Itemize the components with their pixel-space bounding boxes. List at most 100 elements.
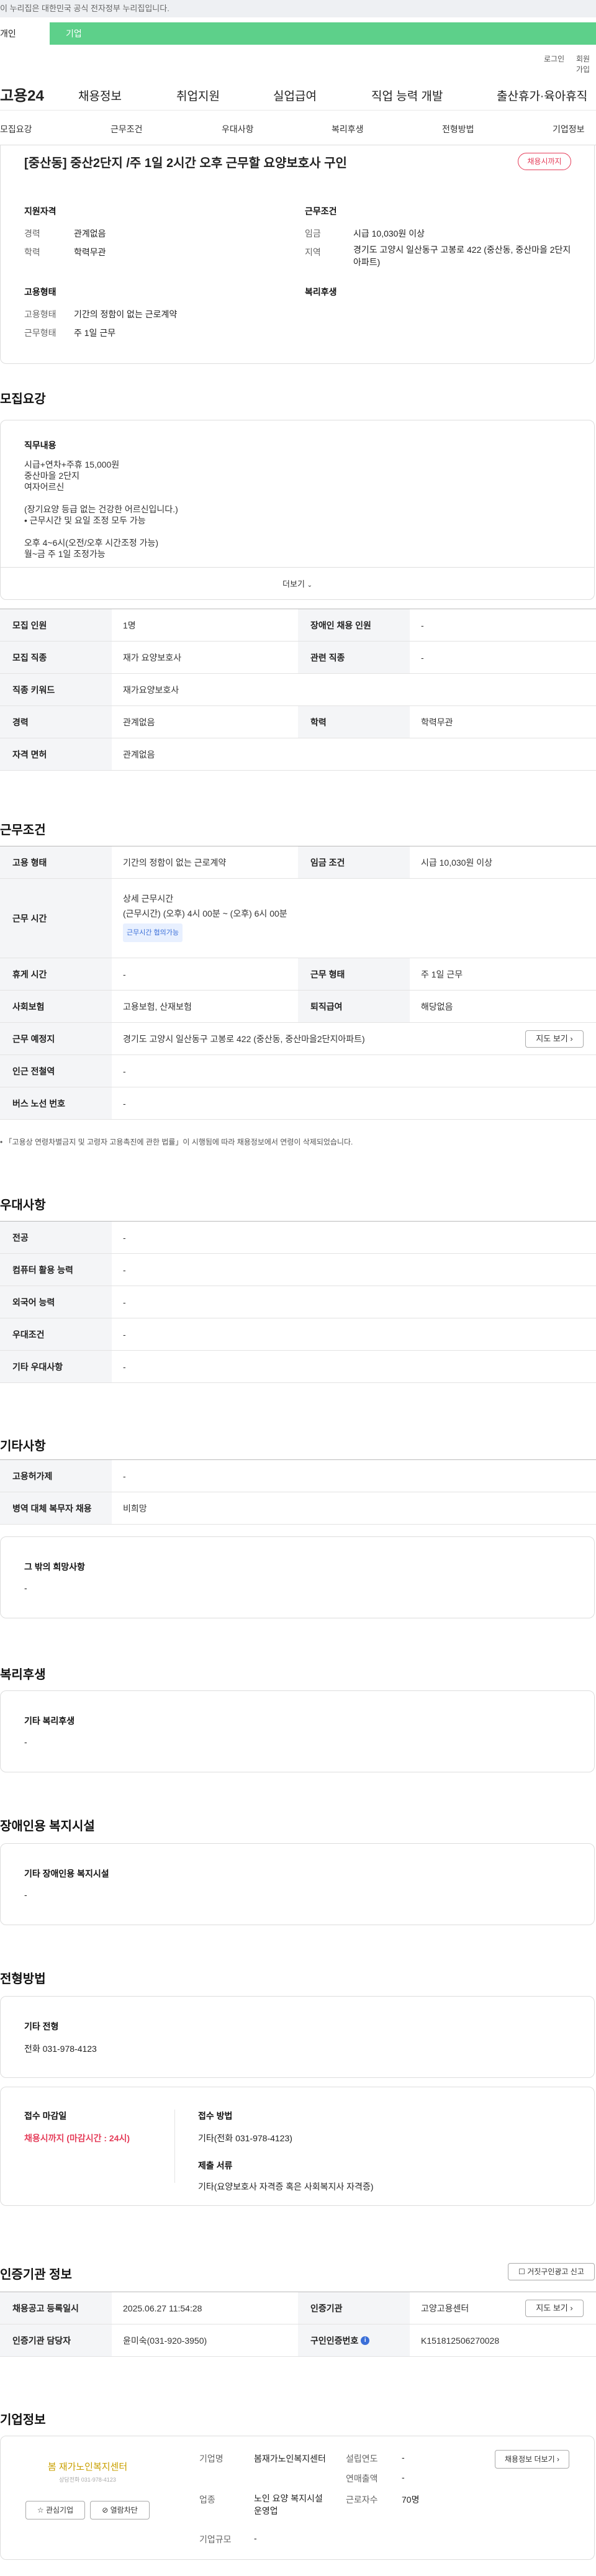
tab-enterprise[interactable]: 기업 (50, 22, 596, 45)
favorite-company-button[interactable]: ☆ 관심기업 (25, 2501, 85, 2519)
table-row: 버스 노선 번호 - (0, 1087, 596, 1120)
login-link[interactable]: 로그인 (544, 53, 564, 64)
etc-section-title: 기타사항 (0, 1440, 46, 1453)
th: 직종 키워드 (0, 674, 112, 705)
login-row: 로그인 회원가입 (0, 45, 596, 75)
etc-box: 그 밖의 희망사항 - (0, 1536, 595, 1618)
screening-section-title: 전형방법 (0, 1972, 46, 1986)
nav-employment-support[interactable]: 취업지원 (176, 87, 220, 104)
td: 주 1일 근무 (421, 969, 463, 979)
th: 모집 직종 (0, 642, 112, 673)
th-label: 구인인증번호 (310, 2335, 359, 2346)
q-career-value: 관계없음 (74, 229, 106, 238)
screening-box-title: 기타 전형 (24, 2021, 59, 2031)
welfare-box-value: - (24, 1737, 27, 1747)
map-button[interactable]: 지도 보기 › (525, 1030, 584, 1048)
employ-title: 고용형태 (24, 287, 56, 297)
th: 근무 시간 (0, 879, 112, 958)
table-row: 자격 면허 관계없음 (0, 738, 596, 771)
facility-section-title: 장애인용 복지시설 (0, 1820, 95, 1833)
company-sales-label: 연매출액 (346, 2474, 378, 2483)
th: 인증기관 (298, 2292, 410, 2324)
duty-line: 중산마을 2단지 (24, 471, 79, 481)
th: 우대조건 (0, 1318, 112, 1350)
td: - (123, 1361, 126, 1372)
td: 관계없음 (123, 749, 155, 760)
table-row: 경력 관계없음 학력 학력무관 (0, 706, 596, 738)
td: 고양고용센터 (421, 2303, 469, 2313)
block-company-button[interactable]: ⊘ 열람차단 (90, 2501, 150, 2519)
company-jobs-button[interactable]: 채용정보 더보기 › (495, 2450, 569, 2469)
deadline-title: 접수 마감일 (24, 2111, 67, 2121)
company-logo-text: 봄 재가노인복지센터 (47, 2462, 128, 2472)
work-section-title: 근무조건 (0, 823, 46, 837)
screening-box: 기타 전형 전화 031-978-4123 (0, 1996, 595, 2078)
signup-link[interactable]: 회원가입 (576, 53, 596, 75)
site-logo[interactable]: 고용24 (0, 83, 44, 105)
td: 경기도 고양시 일산동구 고봉로 422 (중산동, 중산마을2단지아파트) (123, 1033, 365, 1044)
welfare-title: 복리후생 (305, 287, 337, 297)
chevron-right-icon: › (556, 2455, 559, 2464)
th: 임금 조건 (298, 846, 410, 878)
td: 재가 요양보호사 (123, 652, 182, 663)
duty-line (24, 526, 178, 537)
welfare-box: 기타 복리후생 - (0, 1690, 595, 1772)
info-icon[interactable]: i (361, 2336, 370, 2345)
docs-value: 기타(요양보호사 자격증 혹은 사회복지사 자격증) (198, 2182, 374, 2192)
td: 재가요양보호사 (123, 684, 179, 695)
age-law-note: • 「고용상 연령차별금지 및 고령자 고용촉진에 관한 법률」이 시행됨에 따… (0, 1138, 353, 1146)
c-region-label: 지역 (305, 247, 321, 257)
welfare-box-title: 기타 복리후생 (24, 1716, 75, 1726)
duty-line (24, 492, 178, 504)
block-icon: ⊘ (102, 2506, 109, 2515)
company-card: 봄 재가노인복지센터 상담전화 031-978-4123 ☆ 관심기업 ⊘ 열람… (0, 2436, 595, 2560)
recruit-table: 모집 인원 1명 장애인 채용 인원 - 모집 직종 재가 요양보호사 관련 직… (0, 609, 596, 771)
screening-box-value: 전화 031-978-4123 (24, 2044, 97, 2054)
company-logo-sub: 상담전화 031-978-4123 (59, 2477, 116, 2483)
block-label: 열람차단 (110, 2506, 138, 2515)
nav-jobs[interactable]: 채용정보 (78, 87, 122, 104)
th: 고용 형태 (0, 846, 112, 878)
nav-skills[interactable]: 직업 능력 개발 (371, 87, 443, 104)
duty-line: 시급+연차+주휴 15,000원 (24, 460, 120, 469)
snb-company[interactable]: 기업정보 (553, 123, 585, 135)
table-row: 모집 인원 1명 장애인 채용 인원 - (0, 609, 596, 642)
snb-screening[interactable]: 전형방법 (442, 123, 474, 135)
more-button[interactable]: 더보기 ⌄ (1, 567, 594, 601)
duty-line: (장기요양 등급 없는 건강한 어르신입니다.) (24, 504, 178, 514)
td: 윤미숙(031-920-3950) (123, 2335, 207, 2346)
table-row: 병역 대체 복무자 채용 비희망 (0, 1492, 596, 1525)
tab-individual[interactable]: 개인 (0, 22, 31, 45)
table-row: 외국어 능력 - (0, 1286, 596, 1318)
table-row: 채용공고 등록일시 2025.06.27 11:54:28 인증기관 고양고용센… (0, 2292, 596, 2324)
deadline-value: 채용시까지 (마감시간 : 24시) (24, 2133, 130, 2143)
auth-map-button[interactable]: 지도 보기 › (525, 2300, 584, 2317)
report-button-label: 거짓구인광고 신고 (527, 2267, 584, 2276)
snb-welfare[interactable]: 복리후생 (332, 123, 364, 135)
company-biz-value: 노인 요양 복지시설 운영업 (254, 2493, 323, 2516)
td: - (123, 1232, 126, 1243)
th: 모집 인원 (0, 609, 112, 641)
user-type-tabs: 개인 기업 (0, 17, 596, 45)
td: - (123, 1297, 126, 1307)
gov-banner: 이 누리집은 대한민국 공식 전자정부 누리집입니다. (0, 0, 596, 17)
hours-text: (근무시간) (오후) 4시 00분 ~ (오후) 6시 00분 (123, 909, 287, 918)
snb-recruit[interactable]: 모집요강 (0, 123, 32, 135)
conditions-title: 근무조건 (305, 206, 337, 216)
snb-conditions[interactable]: 근무조건 (111, 123, 143, 135)
company-year-value: - (402, 2452, 405, 2462)
c-wage-value: 시급 10,030원 이상 (353, 229, 425, 238)
duty-line: • 근무시간 및 요일 조정 모두 가능 (24, 515, 146, 525)
recruit-section-title: 모집요강 (0, 392, 46, 406)
td: 고용보험, 산재보험 (123, 1001, 192, 1012)
nav-unemployment[interactable]: 실업급여 (273, 87, 317, 104)
e-shift-value: 주 1일 근무 (74, 328, 116, 338)
nav-parental-leave[interactable]: 출산휴가·육아휴직 (497, 87, 587, 104)
report-button[interactable]: ☐ 거짓구인광고 신고 (508, 2263, 595, 2280)
q-career-label: 경력 (24, 229, 40, 238)
snb-preference[interactable]: 우대사항 (222, 123, 254, 135)
th: 컴퓨터 활용 능력 (0, 1254, 112, 1286)
welfare-section-title: 복리후생 (0, 1668, 46, 1682)
th: 관련 직종 (298, 642, 410, 673)
td: 관계없음 (123, 717, 155, 727)
